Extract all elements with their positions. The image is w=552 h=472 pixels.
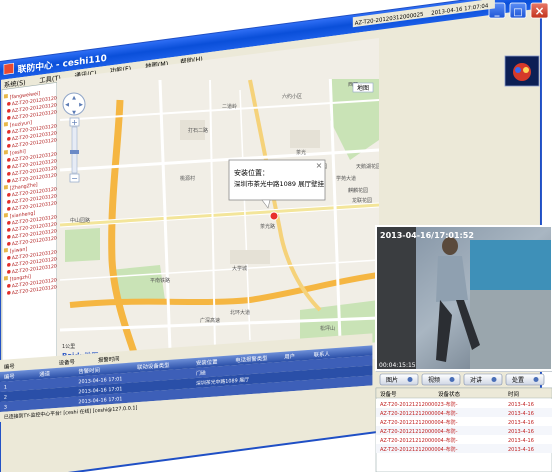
device-time-cell: 2013-4-16 — [508, 438, 534, 444]
device-column-header[interactable]: 设备号 — [380, 390, 397, 398]
device-id-cell: AZ-T20-20121212000004 — [380, 429, 444, 435]
location-marker[interactable] — [269, 211, 279, 221]
device-column-header[interactable]: 时间 — [508, 390, 519, 398]
zoom-in-icon: + — [71, 118, 78, 127]
alarm-cell: 3 — [4, 404, 7, 410]
map-label: 广深高速 — [200, 317, 220, 324]
video-timestamp: 2013-04-16/17:01:52 — [380, 231, 474, 240]
map-area[interactable]: 石鼓山公园西丽六约小区二道岭打石二路茶光高新科技园学苑大道麒麟花园龙联花园天鹅湖… — [57, 30, 387, 375]
device-time-cell: 2013-4-16 — [508, 411, 534, 417]
map-label: 二道岭 — [222, 103, 237, 110]
map-label: 打石二路 — [188, 127, 208, 134]
video-action-icon — [449, 377, 455, 382]
map-label: 茶光路 — [260, 223, 275, 230]
device-id-cell: AZ-T20-20121212000004 — [380, 420, 444, 426]
alert-avatar[interactable] — [504, 55, 540, 87]
map-label: 茶光 — [296, 149, 306, 156]
tree-group-icon — [3, 184, 8, 190]
alarm-cell: 2 — [4, 394, 7, 400]
video-action-icon — [533, 377, 539, 382]
device-column-header[interactable]: 设备状态 — [438, 390, 461, 398]
pan-right-icon[interactable]: ▶ — [79, 102, 83, 108]
map-type-label: 地图 — [357, 84, 369, 92]
device-id-cell: AZ-T20-20121212000023 — [380, 402, 444, 408]
map-label: 桃源村 — [180, 175, 195, 182]
video-action-label: 对讲 — [470, 376, 482, 384]
map-label: 松坪山 — [320, 325, 335, 332]
device-time-cell: 2013-4-16 — [508, 447, 534, 453]
pan-up-icon[interactable]: ▲ — [72, 95, 76, 101]
device-status-cell: -布防- — [444, 428, 458, 435]
tree-group-icon — [3, 275, 8, 281]
maximize-icon: □ — [513, 7, 522, 18]
alarm-cell: 门磁 — [196, 369, 206, 377]
video-action-icon — [491, 377, 497, 382]
video-counter: 00:04:15:15 — [379, 362, 416, 369]
map-label: 六约小区 — [282, 93, 302, 100]
minimize-icon: _ — [495, 6, 500, 17]
tree-group-icon — [3, 149, 8, 155]
siren-icon — [513, 63, 531, 81]
map-block — [230, 250, 270, 264]
popup-close-icon[interactable]: × — [316, 161, 323, 170]
park-area — [65, 228, 100, 262]
app-icon — [3, 62, 15, 75]
map-label: 麒麟花园 — [348, 187, 368, 194]
video-action-label: 视频 — [428, 376, 440, 384]
device-status-cell: -布防- — [444, 437, 458, 444]
map-scale: 1公里 — [62, 344, 75, 350]
map-label: 龙联花园 — [352, 197, 372, 204]
popup-title: 安装位置： — [234, 168, 269, 177]
pan-down-icon[interactable]: ▼ — [72, 110, 76, 116]
pan-left-icon[interactable]: ◀ — [65, 102, 69, 108]
device-time-cell: 2013-4-16 — [508, 429, 534, 435]
device-id-cell: AZ-T20-20121212000004 — [380, 438, 444, 444]
device-status-cell: -布防- — [444, 419, 458, 426]
video-panel: 2013-04-16/17:01:52 00:04:15:15 图片 视频 对讲 处置 — [375, 225, 552, 386]
device-tree-panel: [fangweiwei]AZ-T20-2012031200AZ-T20-2012… — [1, 82, 60, 391]
video-action-icon — [407, 377, 413, 382]
tree-group-icon — [3, 247, 8, 253]
device-table: 设备号 设备状态 时间 AZ-T20-20121212000023 -布防- 2013-… — [375, 387, 552, 472]
map-label: 北环大道 — [230, 309, 250, 316]
zoom-out-icon: − — [71, 174, 78, 183]
device-id-cell: AZ-T20-20121212000004 — [380, 411, 444, 417]
map-label: 天鹅湖花园 — [356, 163, 381, 170]
map-label: 学苑大道 — [336, 175, 356, 182]
tree-group-icon — [3, 93, 8, 99]
video-action-label: 处置 — [512, 376, 524, 384]
device-status-cell: -布防- — [444, 446, 458, 453]
zoom-slider-handle[interactable] — [70, 150, 79, 154]
device-time-cell: 2013-4-16 — [508, 420, 534, 426]
alarm-cell: 1 — [4, 384, 7, 390]
tree-group-icon — [3, 121, 8, 127]
window-controls: _ □ × — [488, 2, 549, 19]
map-block — [290, 130, 320, 148]
tree-group-icon — [3, 212, 8, 218]
map-label: 大学城 — [232, 265, 247, 272]
device-id-cell: AZ-T20-20121212000004 — [380, 447, 444, 453]
map-label: 中山园路 — [70, 217, 90, 224]
device-status-cell: -布防- — [444, 410, 458, 417]
close-icon: × — [534, 4, 544, 18]
device-time-cell: 2013-4-16 — [508, 402, 534, 408]
device-status-cell: -布防- — [444, 401, 458, 408]
popup-address: 深圳市茶光中路1089 展厅壁挂 — [234, 179, 325, 188]
map-label: 平南铁路 — [150, 277, 170, 284]
video-action-label: 图片 — [386, 376, 398, 384]
